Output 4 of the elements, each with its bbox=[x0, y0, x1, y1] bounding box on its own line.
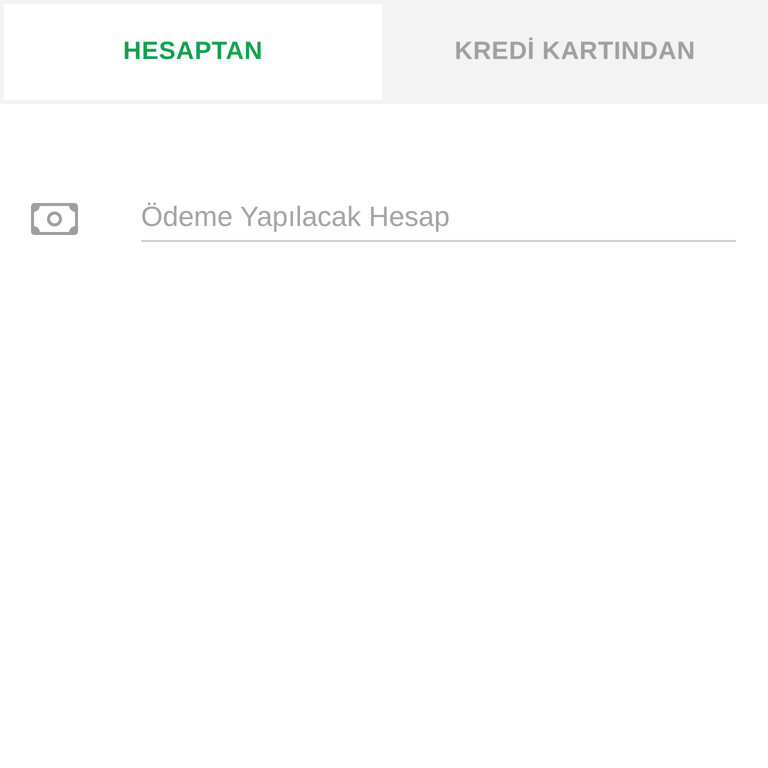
account-input[interactable]: Ödeme Yapılacak Hesap bbox=[141, 196, 736, 242]
tab[interactable]: HESAPTAN bbox=[4, 4, 382, 100]
banknote-icon bbox=[31, 203, 78, 235]
tab[interactable]: KREDİ KARTINDAN bbox=[386, 4, 764, 100]
